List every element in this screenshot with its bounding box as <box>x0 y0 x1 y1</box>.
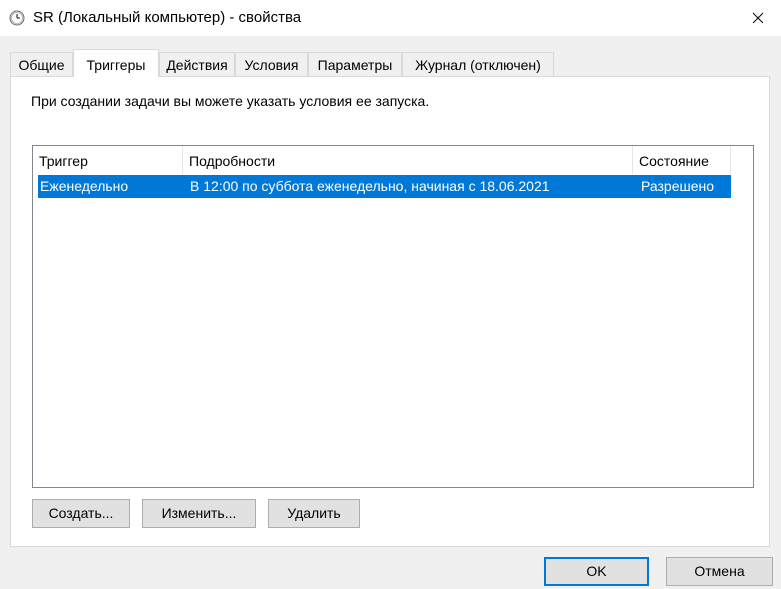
triggers-panel: При создании задачи вы можете указать ус… <box>10 76 770 547</box>
window-title: SR (Локальный компьютер) - свойства <box>33 9 302 26</box>
column-header-trigger[interactable]: Триггер <box>33 146 183 174</box>
create-trigger-button[interactable]: Создать... <box>32 499 130 528</box>
title-bar: SR (Локальный компьютер) - свойства <box>0 0 781 36</box>
triggers-list[interactable]: Триггер Подробности Состояние Еженедельн… <box>32 145 754 488</box>
tab-settings[interactable]: Параметры <box>308 52 402 76</box>
column-header-status[interactable]: Состояние <box>633 146 731 174</box>
column-header-details[interactable]: Подробности <box>183 146 633 174</box>
tab-actions[interactable]: Действия <box>159 52 235 76</box>
tab-conditions[interactable]: Условия <box>235 52 308 76</box>
cancel-button[interactable]: Отмена <box>666 557 773 586</box>
delete-trigger-button[interactable]: Удалить <box>268 499 360 528</box>
tab-triggers[interactable]: Триггеры <box>73 49 159 77</box>
tab-history[interactable]: Журнал (отключен) <box>402 52 554 76</box>
clock-icon <box>9 10 25 26</box>
close-icon <box>752 12 764 24</box>
row-details-cell: В 12:00 по суббота еженедельно, начиная … <box>190 178 550 194</box>
edit-trigger-button[interactable]: Изменить... <box>142 499 256 528</box>
ok-button[interactable]: OK <box>544 557 649 586</box>
row-trigger-cell: Еженедельно <box>40 178 129 194</box>
triggers-description: При создании задачи вы можете указать ус… <box>31 93 430 109</box>
table-row[interactable]: Еженедельно В 12:00 по суббота еженедель… <box>38 175 731 198</box>
row-status-cell: Разрешено <box>641 178 715 194</box>
tab-general[interactable]: Общие <box>10 52 73 76</box>
close-button[interactable] <box>735 0 781 36</box>
